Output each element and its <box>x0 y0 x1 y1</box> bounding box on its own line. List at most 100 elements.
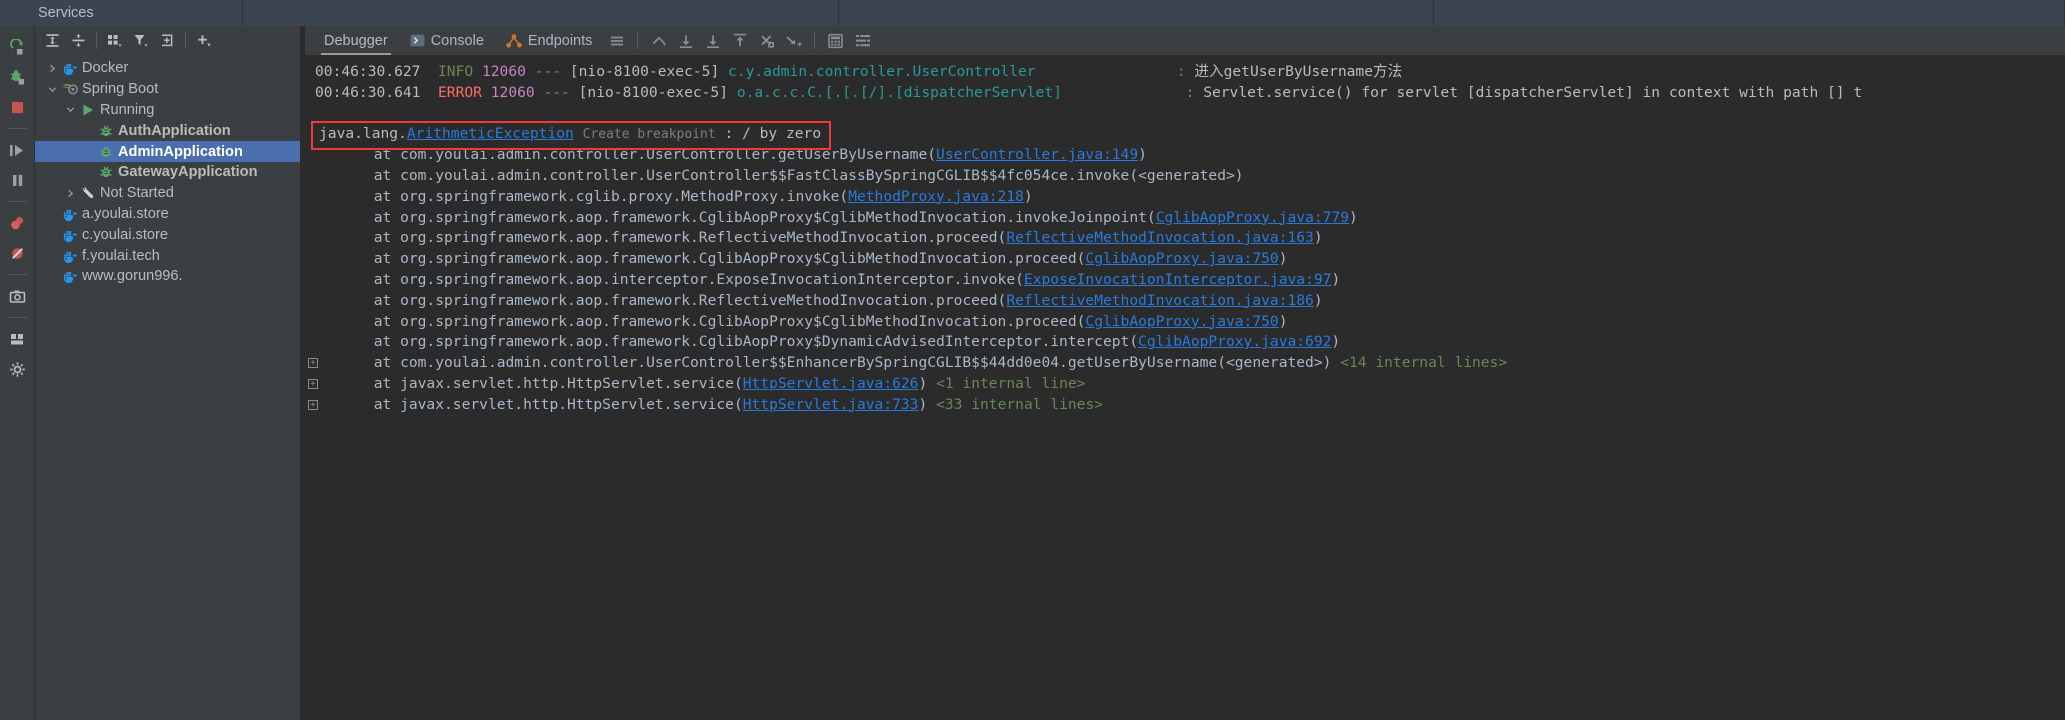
frame-source-link[interactable]: HttpServlet.java:733 <box>743 396 919 413</box>
frame-source-link[interactable]: CglibAopProxy.java:750 <box>1085 313 1278 330</box>
threads-icon[interactable] <box>849 28 876 54</box>
debug-icon[interactable] <box>2 63 32 91</box>
run-icon <box>78 103 98 117</box>
rail-divider-1 <box>7 128 27 129</box>
force-step-over-icon[interactable] <box>753 28 780 54</box>
bug-icon <box>96 145 116 159</box>
expand-all-icon[interactable] <box>39 27 65 53</box>
frame-source-link[interactable]: HttpServlet.java:626 <box>743 375 919 392</box>
frame-signature: com.youlai.admin.controller.UserControll… <box>400 354 1332 372</box>
group-by-icon[interactable] <box>102 27 128 53</box>
bug-icon <box>96 124 116 138</box>
spring-boot-icon <box>60 82 80 96</box>
tree-item-adminapplication[interactable]: AdminApplication <box>35 141 300 162</box>
mute-breakpoints-off-icon[interactable] <box>2 239 32 267</box>
services-tool-window: Services Docker Spring Boot Running Auth… <box>0 0 2065 720</box>
tree-item-authapplication[interactable]: AuthApplication <box>35 120 300 141</box>
frame-at-keyword: at <box>321 291 401 309</box>
chevron-right-icon[interactable] <box>45 64 60 73</box>
frame-signature: org.springframework.aop.framework.Reflec… <box>400 291 1007 309</box>
rail-divider-4 <box>7 317 27 318</box>
stack-frame-line: at org.springframework.aop.framework.Cgl… <box>305 312 2065 333</box>
resume-icon[interactable] <box>2 136 32 164</box>
chevron-down-icon[interactable] <box>45 85 60 94</box>
exception-package: java.lang. <box>319 125 407 143</box>
services-tree[interactable]: Docker Spring Boot Running AuthApplication A… <box>35 54 300 287</box>
tab-debugger[interactable]: Debugger <box>313 26 399 55</box>
tab-blank-2[interactable] <box>839 0 1434 26</box>
frame-source-link[interactable]: ExposeInvocationInterceptor.java:97 <box>1024 271 1332 288</box>
tree-item-www-gorun996[interactable]: www.gorun996. <box>35 266 300 287</box>
rail-divider-2 <box>7 201 27 202</box>
rerun-icon[interactable] <box>2 33 32 61</box>
stack-frame-line: + at javax.servlet.http.HttpServlet.serv… <box>305 395 2065 416</box>
exception-type-link[interactable]: ArithmeticException <box>407 125 574 142</box>
frame-signature: org.springframework.aop.framework.CglibA… <box>400 312 1086 330</box>
frame-tail: ) <box>1331 270 1341 288</box>
layout-icon[interactable] <box>2 325 32 353</box>
frame-signature: org.springframework.aop.framework.CglibA… <box>400 250 1086 268</box>
step-out-icon[interactable] <box>645 28 672 54</box>
frame-source-link[interactable]: UserController.java:149 <box>936 146 1138 163</box>
evaluate-icon[interactable] <box>822 28 849 54</box>
chevron-down-icon[interactable] <box>63 105 78 114</box>
chevron-right-icon[interactable] <box>63 189 78 198</box>
console-output[interactable]: 00:46:30.627 INFO 12060 --- [nio-8100-ex… <box>305 55 2065 720</box>
frame-source-link[interactable]: CglibAopProxy.java:750 <box>1085 250 1278 267</box>
frame-signature: org.springframework.aop.framework.CglibA… <box>400 333 1139 351</box>
tab-endpoints[interactable]: Endpoints <box>495 26 604 55</box>
frame-source-link[interactable]: ReflectiveMethodInvocation.java:186 <box>1006 292 1314 309</box>
menu-icon[interactable] <box>603 28 630 54</box>
stack-frame-line: at org.springframework.aop.framework.Ref… <box>305 228 2065 249</box>
exception-highlight-box: java.lang.ArithmeticException Create bre… <box>311 121 832 151</box>
stack-frame-line: at org.springframework.aop.interceptor.E… <box>305 270 2065 291</box>
tab-console[interactable]: Console <box>399 26 495 55</box>
services-tree-panel: Docker Spring Boot Running AuthApplication A… <box>35 26 300 720</box>
tree-item-not-started[interactable]: Not Started <box>35 183 300 204</box>
tree-item-docker[interactable]: Docker <box>35 58 300 79</box>
console-log-line: 00:46:30.641 ERROR 12060 --- [nio-8100-e… <box>305 83 2065 104</box>
tree-item-f-youlai-tech[interactable]: f.youlai.tech <box>35 245 300 266</box>
add-service-icon[interactable] <box>154 27 180 53</box>
log-level: ERROR <box>438 83 482 101</box>
frame-source-link[interactable]: CglibAopProxy.java:692 <box>1138 333 1331 350</box>
tree-item-c-youlai-store[interactable]: c.youlai.store <box>35 224 300 245</box>
plus-icon[interactable] <box>191 27 217 53</box>
tree-item-a-youlai-store[interactable]: a.youlai.store <box>35 204 300 225</box>
frame-signature: org.springframework.aop.framework.Reflec… <box>400 229 1007 247</box>
pause-icon[interactable] <box>2 166 32 194</box>
frame-source-link[interactable]: CglibAopProxy.java:779 <box>1156 209 1349 226</box>
expand-frames-icon[interactable]: + <box>308 378 318 389</box>
tab-blank-1[interactable] <box>243 0 839 26</box>
tree-item-label: www.gorun996. <box>82 268 183 285</box>
tab-services[interactable]: Services <box>0 0 243 26</box>
collapse-all-icon[interactable] <box>65 27 91 53</box>
tree-item-spring-boot[interactable]: Spring Boot <box>35 79 300 100</box>
settings-icon[interactable] <box>2 355 32 383</box>
docker-icon <box>60 249 80 263</box>
frame-source-link[interactable]: ReflectiveMethodInvocation.java:163 <box>1006 229 1314 246</box>
tree-item-label: AdminApplication <box>118 143 243 160</box>
expand-frames-icon[interactable]: + <box>308 358 318 369</box>
frame-at-keyword: at <box>321 270 401 288</box>
run-to-cursor-icon[interactable] <box>780 28 807 54</box>
tree-item-gatewayapplication[interactable]: GatewayApplication <box>35 162 300 183</box>
step-into-icon[interactable] <box>699 28 726 54</box>
frame-tail: ) <box>1313 291 1323 309</box>
camera-icon[interactable] <box>2 282 32 310</box>
stop-icon[interactable] <box>2 93 32 121</box>
debugger-panel: Debugger Console Endpoints 00:46:30.627 … <box>305 26 2065 720</box>
stack-frame-line: at org.springframework.aop.framework.Cgl… <box>305 208 2065 229</box>
frame-tail: ) <box>1278 312 1288 330</box>
tree-item-running[interactable]: Running <box>35 100 300 121</box>
tab-blank-3[interactable] <box>1434 0 2065 26</box>
force-step-into-icon[interactable] <box>726 28 753 54</box>
stack-frame-line: at org.springframework.cglib.proxy.Metho… <box>305 187 2065 208</box>
mute-breakpoints-icon[interactable] <box>2 209 32 237</box>
step-over-icon[interactable] <box>672 28 699 54</box>
frame-tail: ) <box>918 395 928 413</box>
frame-source-link[interactable]: MethodProxy.java:218 <box>848 188 1024 205</box>
toolbar-divider-1 <box>96 31 97 49</box>
filter-icon[interactable] <box>128 27 154 53</box>
expand-frames-icon[interactable]: + <box>308 399 318 410</box>
